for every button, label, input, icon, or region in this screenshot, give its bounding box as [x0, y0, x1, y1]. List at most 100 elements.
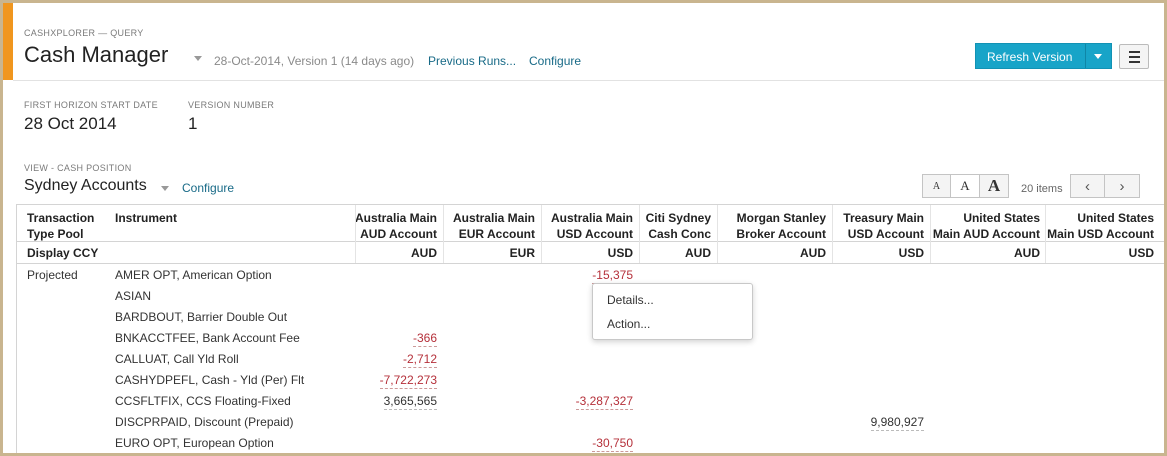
cash-position-grid: Transaction Type Pool Instrument Austral…	[16, 204, 1164, 453]
previous-runs-link[interactable]: Previous Runs...	[428, 54, 516, 68]
instrument-cell: BARDBOUT, Barrier Double Out	[115, 310, 288, 324]
column-header-citi-sydney[interactable]: Citi Sydney Cash Conc	[646, 210, 711, 242]
title-caret-icon[interactable]	[194, 56, 202, 61]
column-header-line: Main AUD Account	[932, 227, 1040, 241]
column-header-line: Instrument	[115, 211, 178, 225]
page-title[interactable]: Cash Manager	[24, 42, 168, 68]
table-row[interactable]: BARDBOUT, Barrier Double Out	[17, 306, 1164, 327]
column-header-treasury-main[interactable]: Treasury Main USD Account	[843, 210, 924, 242]
column-header-line: AUD Account	[360, 227, 437, 241]
context-menu-item-action[interactable]: Action...	[607, 317, 650, 331]
instrument-cell: AMER OPT, American Option	[115, 268, 272, 282]
value-cell[interactable]: -366	[412, 331, 437, 347]
column-header-pool[interactable]: Transaction Type Pool	[27, 210, 94, 242]
header-divider	[13, 80, 1164, 81]
items-count: 20 items	[1021, 183, 1063, 195]
table-row[interactable]: CCSFLTFIX, CCS Floating-Fixed 3,665,565 -3…	[17, 390, 1164, 411]
instrument-cell: DISCPRPAID, Discount (Prepaid)	[115, 415, 294, 429]
grid-header: Transaction Type Pool Instrument Austral…	[17, 205, 1164, 242]
view-caret-icon[interactable]	[161, 186, 169, 191]
font-small-button[interactable]: A	[922, 174, 951, 198]
column-header-line: Australia Main	[550, 211, 633, 225]
pager: ‹ ›	[1070, 174, 1140, 198]
column-header-line: Morgan Stanley	[736, 211, 826, 225]
ccy-cell: EUR	[509, 246, 535, 260]
hamburger-icon-line	[1129, 61, 1140, 63]
accent-bar	[3, 3, 13, 80]
column-header-au-main-eur[interactable]: Australia Main EUR Account	[453, 210, 535, 242]
horizon-value: 28 Oct 2014	[24, 114, 117, 133]
value-cell[interactable]: 3,665,565	[383, 394, 437, 410]
ccy-cell: AUD	[1014, 246, 1040, 260]
value-cell[interactable]: 9,980,927	[870, 415, 924, 431]
ccy-cell: AUD	[685, 246, 711, 260]
column-header-line: Citi Sydney	[645, 211, 711, 225]
context-menu-item-details[interactable]: Details...	[607, 293, 654, 307]
display-ccy-label: Display CCY	[27, 246, 99, 260]
ccy-cell: USD	[898, 246, 924, 260]
app-window: CASHXPLORER — QUERY Cash Manager 28-Oct-…	[3, 3, 1164, 453]
font-size-group: A A A	[922, 174, 1009, 198]
prev-page-button[interactable]: ‹	[1070, 174, 1105, 198]
next-page-button[interactable]: ›	[1105, 174, 1140, 198]
ccy-cell: AUD	[411, 246, 437, 260]
column-header-line: USD Account	[847, 227, 924, 241]
instrument-cell: ASIAN	[115, 289, 152, 303]
configure-view-link[interactable]: Configure	[182, 181, 234, 195]
ccy-cell: USD	[1128, 246, 1154, 260]
value-cell[interactable]: -7,722,273	[379, 373, 437, 389]
instrument-cell: CALLUAT, Call Yld Roll	[115, 352, 239, 366]
table-row[interactable]: Projected AMER OPT, American Option -15,37…	[17, 264, 1164, 285]
column-header-line: Type Pool	[27, 227, 84, 241]
font-medium-button[interactable]: A	[951, 174, 980, 198]
view-title[interactable]: Sydney Accounts	[24, 177, 147, 195]
column-header-line: Australia Main	[354, 211, 437, 225]
value-cell[interactable]: -15,375	[592, 268, 633, 284]
refresh-dropdown-icon[interactable]	[1094, 54, 1102, 59]
column-header-line: EUR Account	[458, 227, 535, 241]
button-separator	[1085, 44, 1086, 68]
column-header-us-main-aud[interactable]: United States Main AUD Account	[933, 210, 1040, 242]
column-header-line: Transaction	[27, 211, 95, 225]
refresh-version-button[interactable]: Refresh Version	[975, 43, 1112, 69]
column-header-line: USD Account	[556, 227, 633, 241]
column-header-line: Cash Conc	[648, 227, 711, 241]
refresh-version-label: Refresh Version	[987, 50, 1073, 64]
column-header-line: Main USD Account	[1047, 227, 1154, 241]
column-header-line: Australia Main	[452, 211, 535, 225]
table-row[interactable]: CALLUAT, Call Yld Roll -2,712	[17, 348, 1164, 369]
instrument-cell: EURO OPT, European Option	[115, 436, 274, 450]
column-header-line: United States	[963, 211, 1040, 225]
font-large-button[interactable]: A	[980, 174, 1009, 198]
view-label: VIEW - CASH POSITION	[24, 163, 132, 173]
column-header-line: Treasury Main	[843, 211, 924, 225]
version-info: 28-Oct-2014, Version 1 (14 days ago)	[214, 54, 415, 68]
table-row[interactable]: DISCPRPAID, Discount (Prepaid) 9,980,927	[17, 411, 1164, 432]
table-row[interactable]: EURO OPT, European Option -30,750	[17, 432, 1164, 453]
display-ccy-row: Display CCY AUD EUR USD AUD AUD USD AUD …	[17, 242, 1164, 264]
value-cell[interactable]: -3,287,327	[575, 394, 633, 410]
context-menu: Details... Action...	[592, 283, 753, 340]
table-row[interactable]: BNKACCTFEE, Bank Account Fee -366	[17, 327, 1164, 348]
horizon-label: FIRST HORIZON START DATE	[24, 100, 158, 110]
column-header-au-main-aud[interactable]: Australia Main AUD Account	[355, 210, 437, 242]
column-header-us-main-usd[interactable]: United States Main USD Account	[1047, 210, 1154, 242]
column-header-morgan-stanley[interactable]: Morgan Stanley Broker Account	[736, 210, 826, 242]
menu-button[interactable]	[1119, 44, 1149, 69]
instrument-cell: BNKACCTFEE, Bank Account Fee	[115, 331, 300, 345]
table-row[interactable]: CASHYDPEFL, Cash - Yld (Per) Flt -7,722,2…	[17, 369, 1164, 390]
instrument-cell: CCSFLTFIX, CCS Floating-Fixed	[115, 394, 291, 408]
column-header-instrument[interactable]: Instrument	[115, 210, 177, 226]
chevron-right-icon: ›	[1119, 177, 1125, 195]
table-row[interactable]: ASIAN	[17, 285, 1164, 306]
value-cell[interactable]: -2,712	[402, 352, 437, 368]
column-header-au-main-usd[interactable]: Australia Main USD Account	[551, 210, 633, 242]
value-cell[interactable]: -30,750	[592, 436, 633, 452]
instrument-cell: CASHYDPEFL, Cash - Yld (Per) Flt	[115, 373, 305, 387]
version-number-value: 1	[188, 114, 198, 133]
hamburger-icon-line	[1129, 56, 1140, 58]
column-header-line: Broker Account	[736, 227, 826, 241]
ccy-cell: AUD	[800, 246, 826, 260]
configure-query-link[interactable]: Configure	[529, 54, 581, 68]
ccy-cell: USD	[607, 246, 633, 260]
